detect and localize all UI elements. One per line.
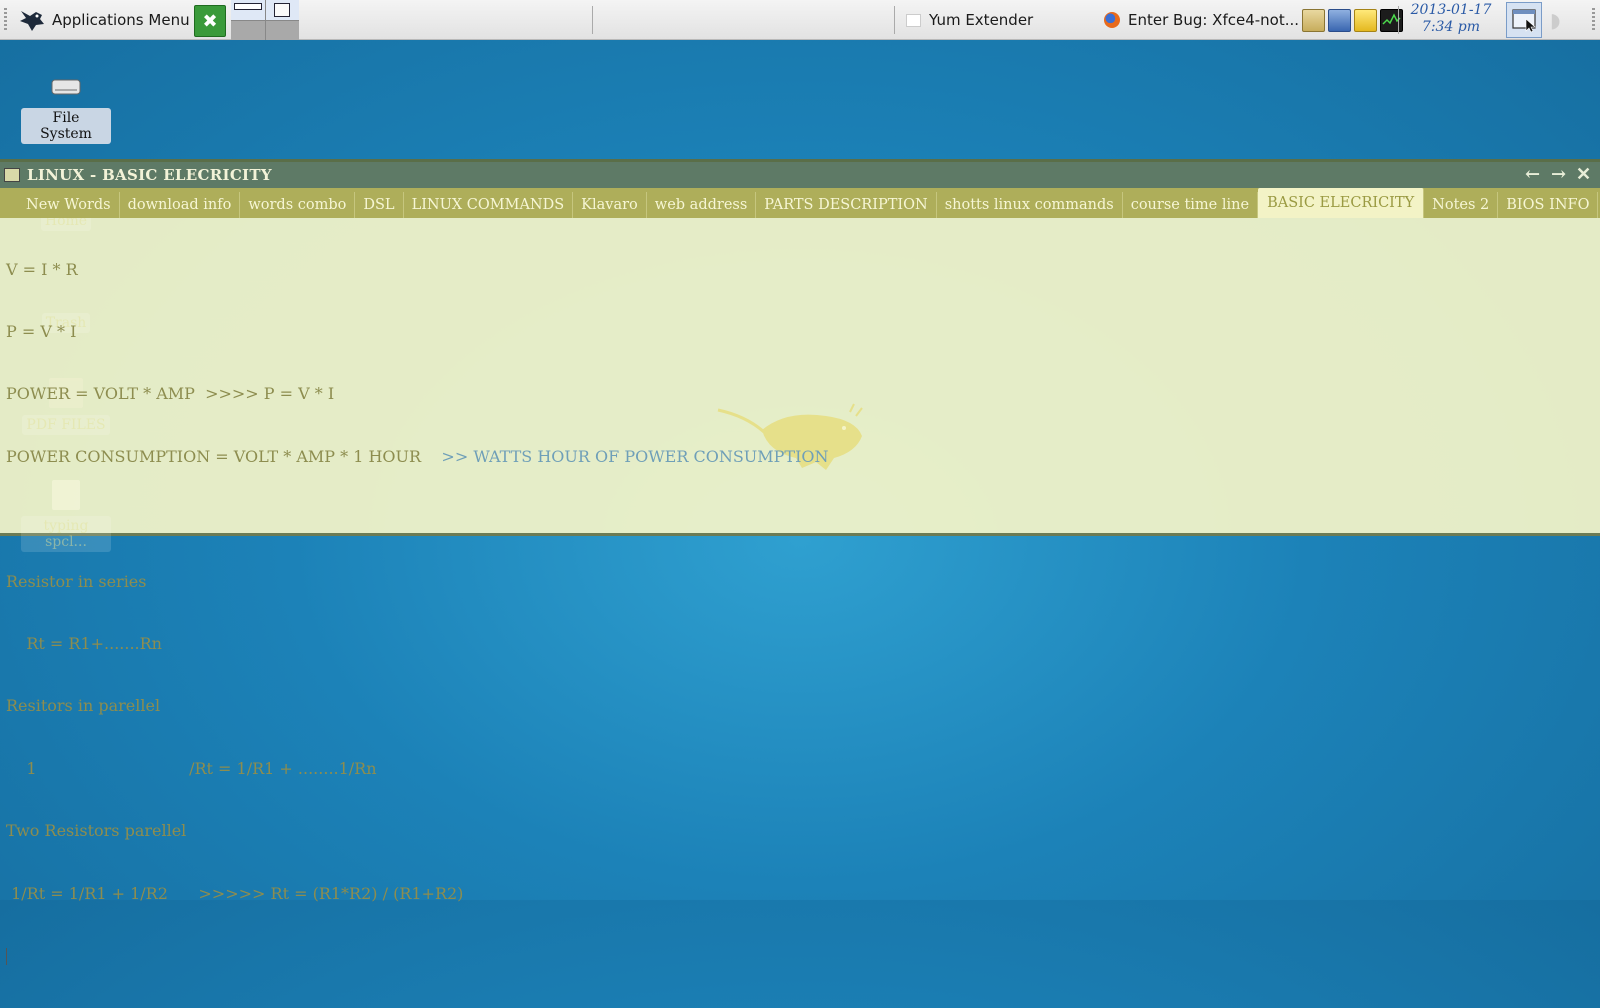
note-line: POWER = VOLT * AMP >>>> P = V * I (6, 384, 335, 404)
exit-icon: ✖ (202, 10, 218, 32)
workspace-4[interactable] (265, 21, 299, 40)
note-line: Resistor in series (6, 571, 147, 591)
notes-tab-bar: New Words download info words combo DSL … (0, 188, 1600, 218)
tab-download-info[interactable]: download info (120, 192, 241, 218)
folder-icon[interactable] (1354, 9, 1377, 32)
text-cursor (6, 947, 7, 965)
note-line: Resitors in parellel (6, 696, 161, 716)
note-line: P = V * I (6, 321, 77, 341)
hard-drive-icon (49, 72, 83, 102)
top-panel: Applications Menu ✖ Yum Extender Enter B… (0, 0, 1600, 40)
tab-shotts-linux-commands[interactable]: shotts linux commands (937, 192, 1123, 218)
tab-web-address[interactable]: web address (647, 192, 757, 218)
note-line: Rt = R1+.......Rn (6, 633, 162, 653)
notes-window-title: LINUX - BASIC ELECRICITY (27, 166, 272, 184)
window-thumbnail (273, 3, 290, 17)
note-line: V = I * R (6, 259, 78, 279)
network-icon[interactable] (1328, 9, 1351, 32)
workspace-switcher[interactable] (231, 0, 299, 40)
tab-bios-info[interactable]: BIOS INFO (1498, 192, 1599, 218)
panel-separator (894, 6, 895, 34)
panel-grip[interactable] (1592, 8, 1595, 32)
task-label: Yum Extender (929, 11, 1034, 29)
desktop-icon-label: File System (21, 108, 111, 144)
notes-window-icon[interactable] (4, 168, 20, 182)
clock-date: 2013-01-17 (1410, 2, 1492, 18)
workspace-3[interactable] (231, 21, 265, 40)
tab-linux-commands[interactable]: LINUX COMMANDS (404, 192, 574, 218)
panel-separator (592, 6, 593, 34)
previous-note-arrow-icon[interactable]: ← (1525, 162, 1540, 188)
close-icon[interactable]: ✕ (1576, 162, 1591, 188)
note-line-suffix: >> WATTS HOUR OF POWER CONSUMPTION (421, 446, 829, 466)
show-desktop-button[interactable] (1506, 2, 1542, 38)
tab-new-words[interactable]: New Words (18, 192, 120, 218)
clock-time: 7:34 pm (1421, 19, 1481, 35)
tab-dsl[interactable]: DSL (355, 192, 404, 218)
window-icon (906, 13, 921, 27)
clipboard-icon[interactable] (1302, 9, 1325, 32)
notes-titlebar[interactable]: LINUX - BASIC ELECRICITY ← → ✕ (0, 162, 1600, 188)
workspace-1[interactable] (231, 0, 265, 20)
system-tray (1302, 9, 1403, 32)
note-line: Two Resistors parellel (6, 821, 187, 841)
system-monitor-icon[interactable] (1380, 9, 1403, 32)
tab-course-time-line[interactable]: course time line (1123, 192, 1259, 218)
note-line: 1/Rt = 1/R1 + 1/R2 >>>>> Rt = (R1*R2) / … (6, 883, 464, 903)
task-yum-extender[interactable]: Yum Extender (900, 4, 1039, 36)
tab-klavaro[interactable]: Klavaro (573, 192, 647, 218)
workspace-2[interactable] (265, 0, 299, 20)
clock[interactable]: 2013-01-17 7:34 pm (1405, 2, 1497, 36)
applications-menu-label: Applications Menu (52, 11, 190, 29)
notes-window: Home Trash PDF FILES typing spcl... LINU… (0, 159, 1600, 965)
volume-icon[interactable]: ◗ (1550, 8, 1561, 32)
tab-notes-2[interactable]: Notes 2 (1424, 192, 1499, 218)
note-text-area[interactable]: V = I * R P = V * I POWER = VOLT * AMP >… (6, 218, 1594, 965)
desktop-icon-file-system[interactable]: File System (21, 72, 111, 144)
note-line-text: POWER CONSUMPTION = VOLT * AMP * 1 HOUR (6, 446, 422, 466)
panel-separator (1398, 6, 1399, 34)
note-line: POWER CONSUMPTION = VOLT * AMP * 1 HOUR … (6, 447, 1594, 468)
desktop-icon (1512, 9, 1536, 33)
applications-menu-button[interactable]: Applications Menu (18, 4, 190, 36)
task-label: Enter Bug: Xfce4-not... (1128, 11, 1300, 29)
tab-parts-description[interactable]: PARTS DESCRIPTION (756, 192, 937, 218)
note-line (6, 509, 1594, 530)
xfce-mouse-icon (20, 11, 44, 31)
panel-grip[interactable] (4, 8, 7, 32)
logout-button[interactable]: ✖ (194, 5, 226, 37)
note-line: 1 /Rt = 1/R1 + ........1/Rn (6, 758, 377, 778)
task-firefox-bug[interactable]: Enter Bug: Xfce4-not... (1098, 4, 1305, 36)
text-cursor-line (6, 946, 1594, 967)
firefox-icon (1104, 12, 1120, 28)
window-thumbnail (234, 3, 262, 10)
tab-basic-elecricity[interactable]: BASIC ELECRICITY (1258, 188, 1425, 218)
next-note-arrow-icon[interactable]: → (1551, 162, 1566, 188)
tab-words-combo[interactable]: words combo (240, 192, 356, 218)
